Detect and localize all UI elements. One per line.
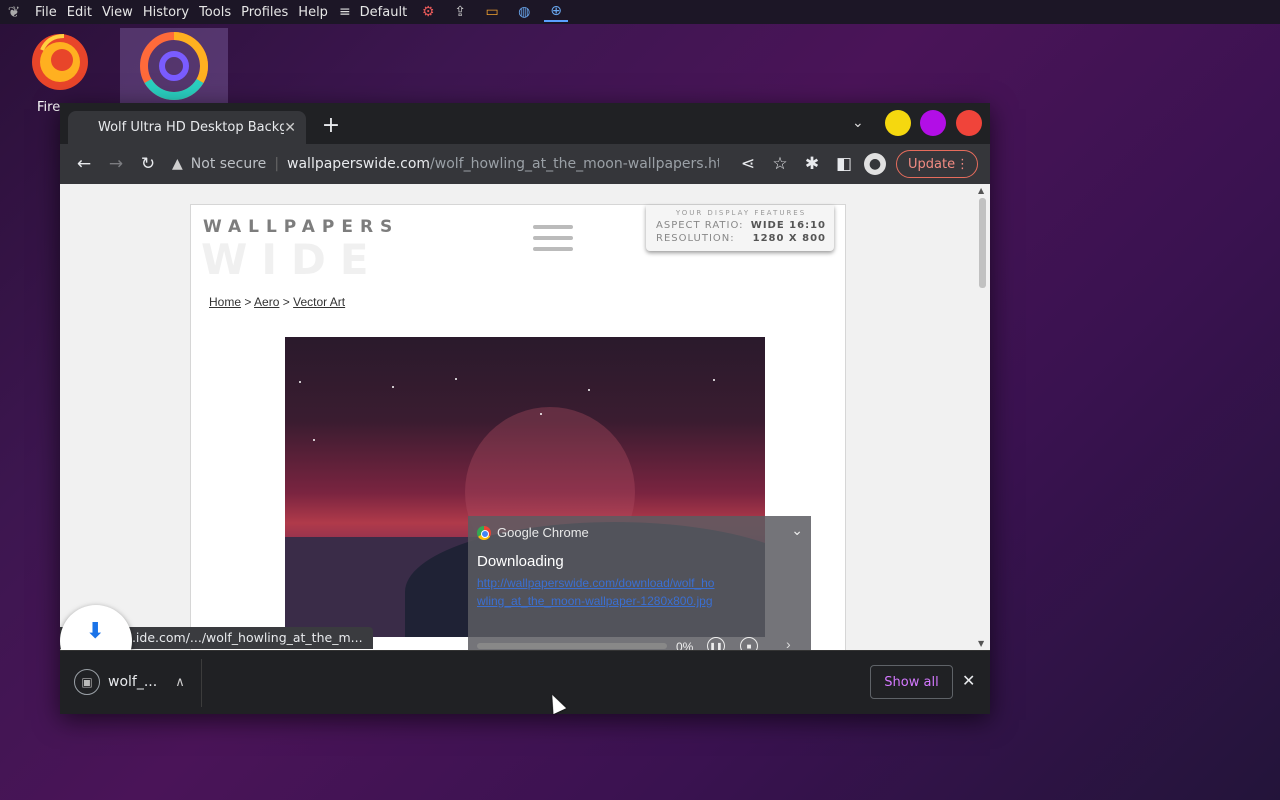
show-all-button[interactable]: Show all	[870, 665, 953, 699]
url-text[interactable]: wallpaperswide.com/wolf_howling_at_the_m…	[287, 156, 719, 172]
download-notification[interactable]: Google Chrome ⌄ Downloading http://wallp…	[468, 516, 811, 650]
reload-icon[interactable]: ↻	[132, 148, 164, 180]
menu-profiles[interactable]: Profiles	[236, 5, 293, 20]
scroll-down-icon[interactable]: ▼	[978, 639, 984, 648]
menu-view[interactable]: View	[97, 5, 138, 20]
download-shelf: ▣ wolf_... ∧ Show all ✕	[60, 650, 990, 714]
share-page-icon[interactable]: ⋖	[732, 148, 764, 180]
scrollbar-thumb[interactable]	[979, 198, 986, 288]
cancel-download-icon[interactable]: ■	[740, 637, 758, 650]
chrome-icon	[477, 525, 491, 540]
desktop-chrome-icon[interactable]	[120, 28, 228, 104]
close-shelf-icon[interactable]: ✕	[962, 671, 975, 690]
update-button[interactable]: Update ⋮	[896, 150, 978, 178]
profile-switch-icon[interactable]: ≡	[339, 4, 351, 20]
back-icon[interactable]: ←	[68, 148, 100, 180]
menu-history[interactable]: History	[138, 5, 194, 20]
firefox-icon	[32, 34, 88, 90]
url-path: /wolf_howling_at_the_moon-wallpapers.ht.…	[430, 156, 720, 172]
settings-icon[interactable]: ⚙	[416, 2, 440, 22]
tab-search-chevron-icon[interactable]: ⌄	[852, 115, 864, 131]
aspect-ratio-value: WIDE 16:10	[750, 220, 826, 231]
toolbar-actions: ⋖ ☆ ✱ ◧ ● Update ⋮	[732, 148, 978, 180]
share-icon[interactable]: ⇪	[448, 2, 472, 22]
menu-help[interactable]: Help	[293, 5, 333, 20]
site-logo-wide[interactable]: WIDE	[201, 235, 383, 284]
breadcrumb-aero[interactable]: Aero	[254, 295, 279, 309]
profile-default[interactable]: Default	[355, 5, 413, 20]
tab-strip: Wolf Ultra HD Desktop Background ✕ + ⌄	[60, 103, 990, 144]
chrome-plus-icon[interactable]: ⊕	[544, 2, 569, 22]
notification-next-icon[interactable]: ›	[786, 636, 791, 650]
site-logo-wallpapers[interactable]: WALLPAPERS	[203, 217, 399, 237]
more-menu-icon[interactable]: ⋮	[956, 157, 969, 172]
extensions-icon[interactable]: ✱	[796, 148, 828, 180]
side-panel-icon[interactable]: ◧	[828, 148, 860, 180]
window-minimize-button[interactable]	[885, 110, 911, 136]
app-logo-icon[interactable]: ❦	[4, 2, 24, 22]
notification-title: Downloading	[477, 553, 564, 570]
tab-active[interactable]: Wolf Ultra HD Desktop Background ✕	[68, 111, 306, 144]
window-maximize-button[interactable]	[920, 110, 946, 136]
tab-title: Wolf Ultra HD Desktop Background	[98, 120, 285, 135]
globe-icon[interactable]: ◍	[512, 2, 536, 22]
bookmark-star-icon[interactable]: ☆	[764, 148, 796, 180]
browser-window: Wolf Ultra HD Desktop Background ✕ + ⌄ ←…	[60, 103, 990, 714]
desktop-firefox-icon[interactable]: Fire	[20, 30, 100, 115]
notification-header: Google Chrome	[477, 525, 589, 540]
download-item-label: wolf_...	[108, 674, 158, 690]
page-viewport: WIDE WALLPAPERS YOUR DISPLAY FEATURES AS…	[60, 184, 990, 650]
resolution-value: 1280 X 800	[752, 233, 826, 244]
security-status[interactable]: Not secure	[191, 156, 267, 172]
display-features-heading: YOUR DISPLAY FEATURES	[675, 209, 807, 217]
download-progress-bar	[477, 643, 667, 649]
image-file-icon: ▣	[74, 669, 100, 695]
aspect-ratio-label: ASPECT RATIO:	[656, 220, 744, 231]
display-features-box: YOUR DISPLAY FEATURES ASPECT RATIO: WIDE …	[646, 205, 834, 251]
scroll-up-icon[interactable]: ▲	[978, 186, 984, 195]
pause-download-icon[interactable]: ❚❚	[707, 637, 725, 650]
hamburger-menu-icon[interactable]	[533, 225, 573, 258]
browser-toolbar: ← → ↻ ▲ Not secure | wallpaperswide.com/…	[60, 144, 990, 184]
desktop-firefox-label: Fire	[37, 100, 61, 115]
warning-icon[interactable]: ▲	[172, 156, 183, 172]
profile-avatar-icon[interactable]: ●	[864, 153, 886, 175]
page-scrollbar[interactable]: ▲ ▼	[975, 184, 990, 650]
download-arrow-icon: ⬇	[86, 619, 105, 644]
download-percent: 0%	[676, 640, 694, 650]
folder-icon[interactable]: ▭	[480, 2, 504, 22]
chrome-icon	[140, 32, 208, 101]
menu-edit[interactable]: Edit	[62, 5, 97, 20]
url-domain: wallpaperswide.com	[287, 156, 431, 172]
window-close-button[interactable]	[956, 110, 982, 136]
menu-tools[interactable]: Tools	[194, 5, 236, 20]
resolution-label: RESOLUTION:	[656, 233, 735, 244]
breadcrumb-home[interactable]: Home	[209, 295, 241, 309]
tab-close-icon[interactable]: ✕	[284, 120, 296, 136]
menu-file[interactable]: File	[30, 5, 62, 20]
new-tab-button[interactable]: +	[316, 112, 346, 142]
notification-app-name: Google Chrome	[497, 525, 589, 540]
breadcrumb-vector-art[interactable]: Vector Art	[293, 295, 345, 309]
download-url-link[interactable]: http://wallpaperswide.com/download/wolf_…	[477, 574, 717, 610]
forward-icon[interactable]: →	[100, 148, 132, 180]
update-label: Update	[908, 156, 956, 172]
address-bar[interactable]: ▲ Not secure | wallpaperswide.com/wolf_h…	[172, 149, 732, 179]
download-item-menu-icon[interactable]: ∧	[175, 675, 185, 690]
breadcrumb: Home > Aero > Vector Art	[209, 295, 346, 309]
download-item[interactable]: ▣ wolf_... ∧	[74, 669, 185, 695]
top-menu-bar: ❦ File Edit View History Tools Profiles …	[0, 0, 1280, 24]
notification-collapse-icon[interactable]: ⌄	[791, 522, 803, 539]
